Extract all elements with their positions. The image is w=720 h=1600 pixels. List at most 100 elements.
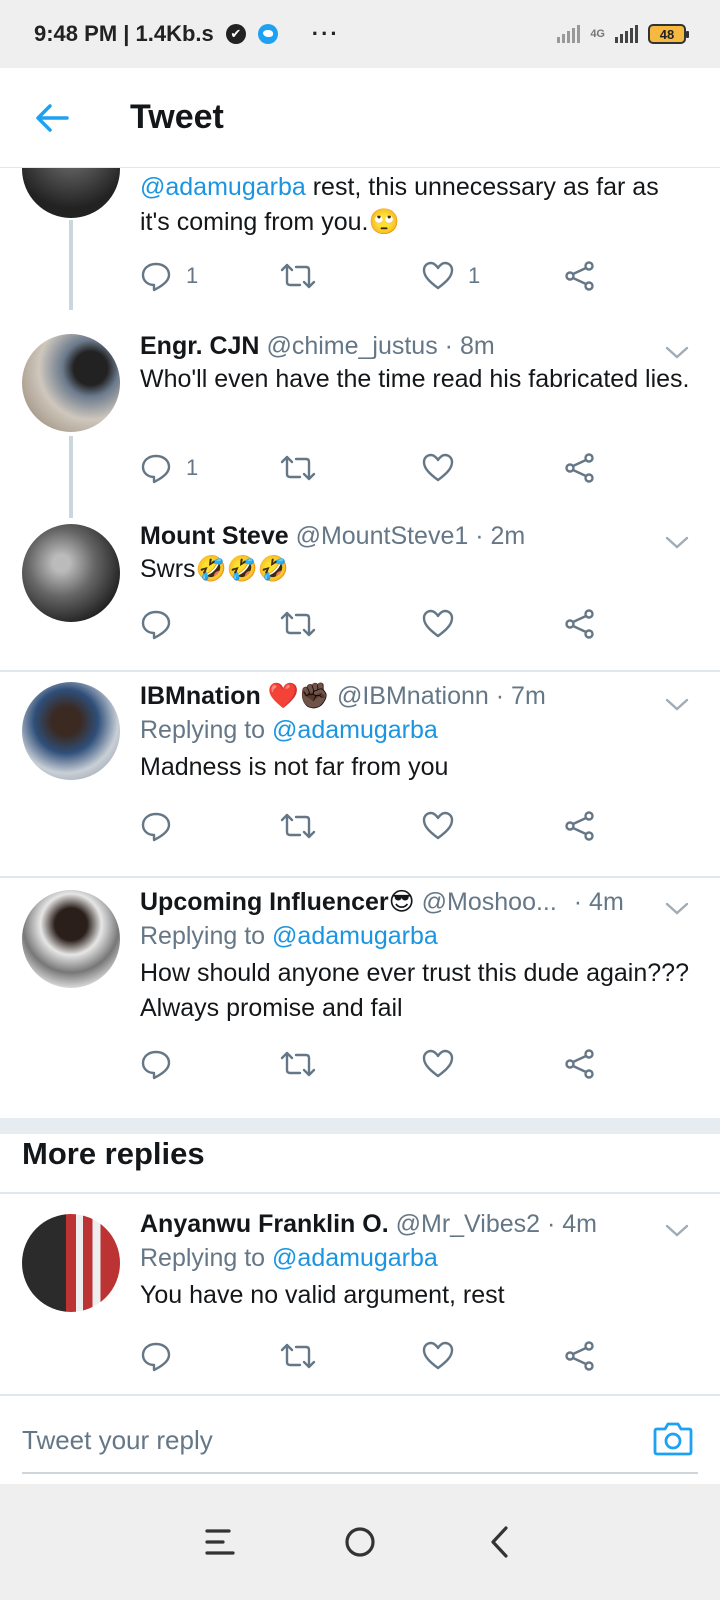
like-count: 1 xyxy=(468,263,481,288)
share-button[interactable] xyxy=(564,806,596,846)
like-button[interactable] xyxy=(422,604,454,644)
tweet-actions: 1 xyxy=(140,448,620,488)
status-bar: 9:48 PM | 1.4Kb.s ✔ ··· 4G 48 xyxy=(0,0,720,68)
retweet-icon xyxy=(280,611,316,637)
heart-icon xyxy=(422,811,454,840)
share-button[interactable] xyxy=(564,448,596,488)
home-button[interactable] xyxy=(330,1512,390,1572)
back-button[interactable] xyxy=(22,88,82,148)
retweet-button[interactable] xyxy=(280,604,316,644)
recent-apps-button[interactable] xyxy=(190,1512,250,1572)
reply-button[interactable]: 1 xyxy=(140,256,198,296)
avatar[interactable] xyxy=(22,1214,120,1312)
like-button[interactable] xyxy=(422,1336,454,1376)
author-handle[interactable]: @MountSteve1 xyxy=(296,522,469,550)
tweet-time: · 4m xyxy=(573,888,624,916)
retweet-icon xyxy=(280,813,316,839)
retweet-button[interactable] xyxy=(280,448,316,488)
reply-icon xyxy=(141,454,171,484)
thread-line xyxy=(69,436,73,518)
section-divider xyxy=(0,1118,720,1134)
wifi-signal-icon xyxy=(557,25,581,43)
like-button[interactable] xyxy=(422,448,454,488)
tweet-time: · 4m xyxy=(546,1210,597,1238)
avatar[interactable] xyxy=(22,168,120,218)
author-name[interactable]: Upcoming Influencer😎 xyxy=(140,888,415,916)
retweet-button[interactable] xyxy=(280,806,316,846)
author-handle[interactable]: @IBMnationn xyxy=(337,682,489,710)
share-button[interactable] xyxy=(564,1044,596,1084)
reply-input[interactable] xyxy=(22,1418,622,1462)
reply-icon xyxy=(141,610,171,640)
share-icon xyxy=(565,1049,594,1079)
tweet-header: Upcoming Influencer😎 @Moshoo... · 4m xyxy=(140,886,690,918)
share-icon xyxy=(565,811,594,841)
retweet-button[interactable] xyxy=(280,256,316,296)
author-name[interactable]: Anyanwu Franklin O. xyxy=(140,1210,389,1238)
tweet-divider xyxy=(0,876,720,878)
reply-icon xyxy=(141,262,171,292)
tweet-actions xyxy=(140,1336,620,1376)
tweet-thread[interactable]: @adamugarba rest, this unnecessary as fa… xyxy=(0,168,720,1480)
tweet-text: Madness is not far from you xyxy=(140,753,449,781)
mention-link[interactable]: @adamugarba xyxy=(272,922,438,950)
page-title: Tweet xyxy=(130,98,224,136)
share-button[interactable] xyxy=(564,604,596,644)
chevron-down-icon[interactable] xyxy=(664,532,690,552)
reply-button[interactable] xyxy=(140,1044,172,1084)
author-handle[interactable]: @Mr_Vibes2 xyxy=(396,1210,540,1238)
tweet-actions: 1 1 xyxy=(140,256,620,296)
chevron-left-icon xyxy=(491,1526,508,1558)
chevron-down-icon[interactable] xyxy=(664,1220,690,1240)
share-button[interactable] xyxy=(564,256,596,296)
mention-link[interactable]: @adamugarba xyxy=(272,716,438,744)
reply-icon xyxy=(141,1342,171,1372)
tweet-text: How should anyone ever trust this dude a… xyxy=(140,959,689,1022)
tweet-text: Who'll even have the time read his fabri… xyxy=(140,365,690,393)
tweet-actions xyxy=(140,604,620,644)
tweet-divider xyxy=(0,670,720,672)
reply-button[interactable] xyxy=(140,604,172,644)
author-name[interactable]: Engr. CJN xyxy=(140,332,259,360)
home-circle-icon xyxy=(345,1527,375,1557)
heart-icon xyxy=(422,453,454,482)
retweet-button[interactable] xyxy=(280,1044,316,1084)
retweet-icon xyxy=(280,1343,316,1369)
tweet-header: Anyanwu Franklin O. @Mr_Vibes2 · 4m xyxy=(140,1208,690,1240)
reply-button[interactable] xyxy=(140,1336,172,1376)
chevron-down-icon[interactable] xyxy=(664,898,690,918)
author-handle[interactable]: @Moshoo... xyxy=(422,888,557,916)
author-handle[interactable]: @chime_justus xyxy=(266,332,437,360)
tweet-header: Engr. CJN @chime_justus · 8m xyxy=(140,330,690,362)
replying-to: Replying to @adamugarba xyxy=(140,1244,438,1272)
reply-underline xyxy=(22,1472,698,1474)
like-button[interactable]: 1 xyxy=(422,256,480,296)
like-button[interactable] xyxy=(422,806,454,846)
chevron-down-icon[interactable] xyxy=(664,694,690,714)
tweet-text: @adamugarba rest, this unnecessary as fa… xyxy=(140,173,659,236)
app-header: Tweet xyxy=(0,68,720,168)
reply-button[interactable] xyxy=(140,806,172,846)
avatar[interactable] xyxy=(22,524,120,622)
avatar[interactable] xyxy=(22,334,120,432)
avatar[interactable] xyxy=(22,890,120,988)
share-button[interactable] xyxy=(564,1336,596,1376)
heart-icon xyxy=(422,261,454,290)
tweet-header: Mount Steve @MountSteve1 · 2m xyxy=(140,520,690,552)
back-arrow-icon xyxy=(36,103,69,132)
verified-check-icon: ✔ xyxy=(225,24,246,44)
mention-link[interactable]: @adamugarba xyxy=(140,173,306,201)
reply-button[interactable]: 1 xyxy=(140,448,198,488)
avatar[interactable] xyxy=(22,682,120,780)
replying-to: Replying to @adamugarba xyxy=(140,922,438,950)
like-button[interactable] xyxy=(422,1044,454,1084)
camera-button[interactable] xyxy=(652,1418,694,1460)
chevron-down-icon[interactable] xyxy=(664,342,690,362)
tweet-divider xyxy=(0,1192,720,1194)
retweet-button[interactable] xyxy=(280,1336,316,1376)
system-back-button[interactable] xyxy=(470,1512,530,1572)
reply-icon xyxy=(141,812,171,842)
author-name[interactable]: Mount Steve xyxy=(140,522,289,550)
author-name[interactable]: IBMnation ❤️✊🏿 xyxy=(140,682,330,710)
mention-link[interactable]: @adamugarba xyxy=(272,1244,438,1272)
